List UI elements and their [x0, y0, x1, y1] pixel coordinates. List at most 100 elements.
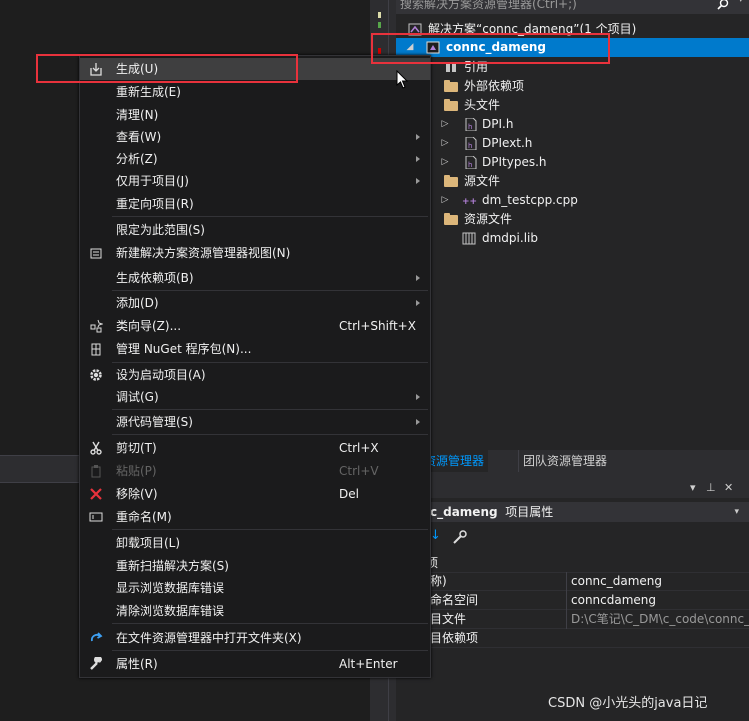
menu-separator [112, 650, 428, 651]
menu-item-cut[interactable]: 剪切(T) Ctrl+X [80, 437, 430, 459]
chevron-down-icon[interactable]: ▾ [734, 502, 739, 522]
menu-item-rename[interactable]: 重命名(M) [80, 506, 430, 528]
menu-item-set-startup[interactable]: 设为启动项目(A) [80, 364, 430, 386]
menu-separator [112, 623, 428, 624]
tree-item-dm-testcpp[interactable]: ▷ ++ dm_testcpp.cpp [396, 191, 749, 210]
menu-separator [112, 529, 428, 530]
open-folder-icon [88, 631, 104, 645]
menu-item-manage-nuget[interactable]: 管理 NuGet 程序包(N)... [80, 338, 430, 360]
tree-item-dpiext-h[interactable]: ▷ h DPIext.h [396, 134, 749, 153]
menu-item-debug[interactable]: 调试(G) [80, 386, 430, 408]
nuget-icon [88, 342, 104, 356]
property-pages-wrench-icon[interactable] [452, 530, 468, 544]
cpp-file-icon: ++ [462, 194, 477, 207]
menu-item-rebuild[interactable]: 重新生成(E) [80, 81, 430, 103]
tree-item-dmdpi-lib[interactable]: dmdpi.lib [396, 229, 749, 248]
svg-text:h: h [468, 123, 472, 131]
tree-item-source-files[interactable]: 源文件 [396, 172, 749, 191]
sort-icon[interactable]: ↓ [430, 528, 441, 543]
submenu-arrow-icon [416, 178, 420, 184]
window-position-dropdown-icon[interactable]: ▾ [690, 481, 696, 494]
menu-item-remove[interactable]: 移除(V) Del [80, 483, 430, 505]
explorer-tabs: 方案资源管理器 团队资源管理器 [396, 450, 749, 472]
svg-text:++: ++ [462, 197, 477, 207]
menu-item-class-wizard[interactable]: 类向导(Z)... Ctrl+Shift+X [80, 315, 430, 337]
highlight-box-build [36, 54, 298, 83]
class-wizard-icon [88, 319, 104, 333]
menu-item-add[interactable]: 添加(D) [80, 292, 430, 314]
folder-icon [444, 175, 458, 187]
expand-arrow-icon[interactable]: ▷ [440, 153, 450, 172]
search-options-dropdown[interactable]: ▾ [738, 0, 743, 5]
properties-titlebar: ▾ ⊥ ✕ [396, 478, 749, 498]
expand-arrow-icon[interactable]: ▷ [440, 134, 450, 153]
submenu-arrow-icon [416, 300, 420, 306]
scroll-marker [378, 12, 381, 18]
menu-separator [112, 290, 428, 291]
header-file-icon: h [464, 117, 478, 132]
menu-item-build-dependencies[interactable]: 生成依赖项(B) [80, 267, 430, 289]
new-view-icon [88, 246, 104, 260]
properties-object-selector[interactable]: c_dameng 项目属性 ▾ [396, 502, 749, 522]
pin-icon[interactable]: ⊥ [706, 481, 716, 494]
menu-item-analyze[interactable]: 分析(Z) [80, 148, 430, 170]
menu-item-open-in-explorer[interactable]: 在文件资源管理器中打开文件夹(X) [80, 627, 430, 649]
menu-item-rescan-solution[interactable]: 重新扫描解决方案(S) [80, 555, 430, 577]
svg-text:h: h [468, 161, 472, 169]
context-menu: 生成(U) 重新生成(E) 清理(N) 查看(W) 分析(Z) 仅用于项目(J)… [79, 55, 431, 678]
property-row[interactable]: 目文件 D:\C笔记\C_DM\c_code\connc_ [396, 610, 749, 629]
menu-separator [112, 216, 428, 217]
expand-arrow-icon[interactable]: ▷ [440, 115, 450, 134]
menu-item-source-control[interactable]: 源代码管理(S) [80, 411, 430, 433]
remove-icon [88, 487, 104, 501]
folder-icon [444, 213, 458, 225]
submenu-arrow-icon [416, 419, 420, 425]
expand-arrow-icon[interactable]: ▷ [440, 191, 450, 210]
header-file-icon: h [464, 155, 478, 170]
submenu-arrow-icon [416, 275, 420, 281]
folder-icon [444, 99, 458, 111]
tree-item-resource-files[interactable]: 资源文件 [396, 210, 749, 229]
scissors-icon [88, 441, 104, 455]
menu-item-project-only[interactable]: 仅用于项目(J) [80, 170, 430, 192]
scroll-marker [378, 22, 381, 28]
tree-item-dpi-h[interactable]: ▷ h DPI.h [396, 115, 749, 134]
menu-item-properties[interactable]: 属性(R) Alt+Enter [80, 653, 430, 675]
menu-item-unload-project[interactable]: 卸载项目(L) [80, 532, 430, 554]
menu-item-show-browse-db-errors[interactable]: 显示浏览数据库错误 [80, 577, 430, 599]
close-icon[interactable]: ✕ [724, 481, 733, 494]
tree-item-header-files[interactable]: 头文件 [396, 96, 749, 115]
submenu-arrow-icon [416, 394, 420, 400]
search-icon[interactable] [717, 0, 729, 10]
paste-icon [88, 464, 104, 478]
solution-explorer: 搜索解决方案资源管理器(Ctrl+;) ▾ 解决方案“connc_dameng”… [396, 0, 749, 450]
tree-item-external-deps[interactable]: 外部依赖项 [396, 77, 749, 96]
header-file-icon: h [464, 136, 478, 151]
menu-separator [112, 362, 428, 363]
wrench-icon [88, 657, 104, 671]
menu-item-scope-to-this[interactable]: 限定为此范围(S) [80, 219, 430, 241]
library-icon [462, 232, 476, 245]
menu-item-paste: 粘贴(P) Ctrl+V [80, 460, 430, 482]
solution-search-input[interactable]: 搜索解决方案资源管理器(Ctrl+;) ▾ [396, 0, 749, 14]
highlight-box-project [371, 33, 610, 64]
property-row[interactable]: 目依赖项 [396, 629, 749, 648]
submenu-arrow-icon [416, 134, 420, 140]
menu-item-clean[interactable]: 清理(N) [80, 104, 430, 126]
menu-item-view[interactable]: 查看(W) [80, 126, 430, 148]
mouse-cursor-icon [396, 70, 409, 89]
svg-text:h: h [468, 142, 472, 150]
menu-separator [112, 434, 428, 435]
menu-item-retarget[interactable]: 重定向项目(R) [80, 193, 430, 215]
property-row[interactable]: 命名空间 conncdameng [396, 591, 749, 610]
tree-item-dpitypes-h[interactable]: ▷ h DPItypes.h [396, 153, 749, 172]
gear-icon [88, 368, 104, 382]
property-row[interactable]: 称) connc_dameng [396, 572, 749, 591]
submenu-arrow-icon [416, 156, 420, 162]
rename-icon [88, 510, 104, 524]
menu-separator [112, 409, 428, 410]
menu-item-clear-browse-db-errors[interactable]: 清除浏览数据库错误 [80, 600, 430, 622]
tab-team-explorer[interactable]: 团队资源管理器 [518, 450, 611, 472]
menu-item-new-explorer-view[interactable]: 新建解决方案资源管理器视图(N) [80, 242, 430, 264]
property-category: 项 [396, 554, 749, 573]
